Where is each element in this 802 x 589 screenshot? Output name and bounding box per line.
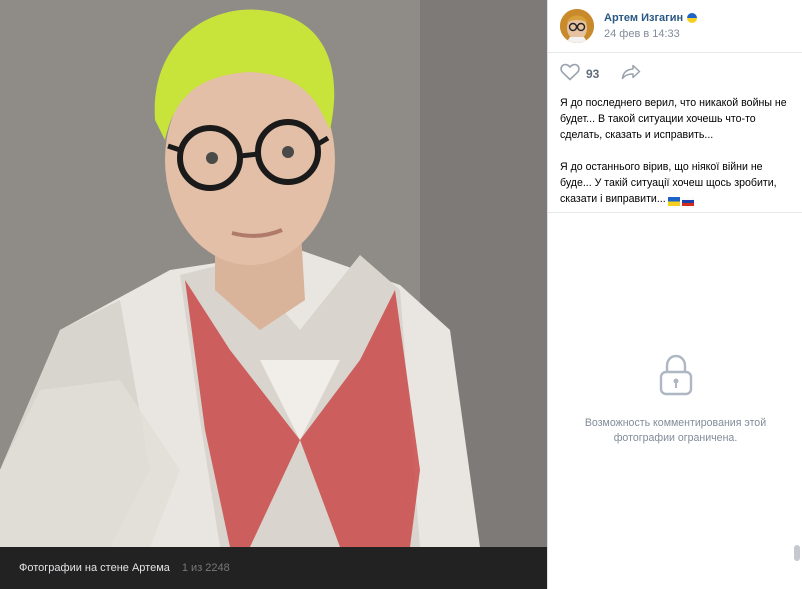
divider — [548, 212, 802, 213]
post-header: Артем Изгагин 24 фев в 14:33 — [548, 0, 802, 53]
russia-flag-emoji-icon — [681, 195, 694, 206]
post-text-ru: Я до последнего верил, что никакой войны… — [560, 97, 787, 141]
comments-closed-text: Возможность комментирования этой фотогра… — [584, 417, 767, 444]
post-actions: 93 — [548, 53, 802, 95]
photo[interactable] — [0, 0, 547, 547]
author-name[interactable]: Артем Изгагин — [604, 12, 683, 24]
post-date[interactable]: 24 фев в 14:33 — [604, 28, 697, 40]
like-count: 93 — [586, 67, 600, 81]
ukraine-flag-emoji-icon — [667, 195, 680, 206]
share-arrow-icon[interactable] — [621, 64, 641, 85]
ukraine-flag-icon — [687, 13, 698, 23]
post-sidebar: Артем Изгагин 24 фев в 14:33 93 Я до пос… — [547, 0, 802, 589]
lock-icon — [548, 354, 802, 396]
photo-counter: 1 из 2248 — [181, 562, 230, 574]
author-line: Артем Изгагин — [604, 12, 698, 24]
heart-icon[interactable] — [560, 63, 580, 86]
comments-closed-notice: Возможность комментирования этой фотогра… — [548, 354, 802, 446]
album-link[interactable]: Фотографии на стене Артема — [19, 562, 170, 574]
photo-image — [0, 0, 547, 547]
photo-viewer: Фотографии на стене Артема 1 из 2248 Арт… — [0, 0, 802, 589]
post-text-ua-block: Я до останнього вірив, що ніякої війни н… — [560, 159, 790, 207]
scrollbar-handle[interactable] — [794, 545, 800, 561]
photo-info-bar: Фотографии на стене Артема 1 из 2248 — [0, 547, 547, 589]
post-text: Я до последнего верил, что никакой войны… — [548, 95, 802, 207]
avatar[interactable] — [560, 9, 594, 43]
